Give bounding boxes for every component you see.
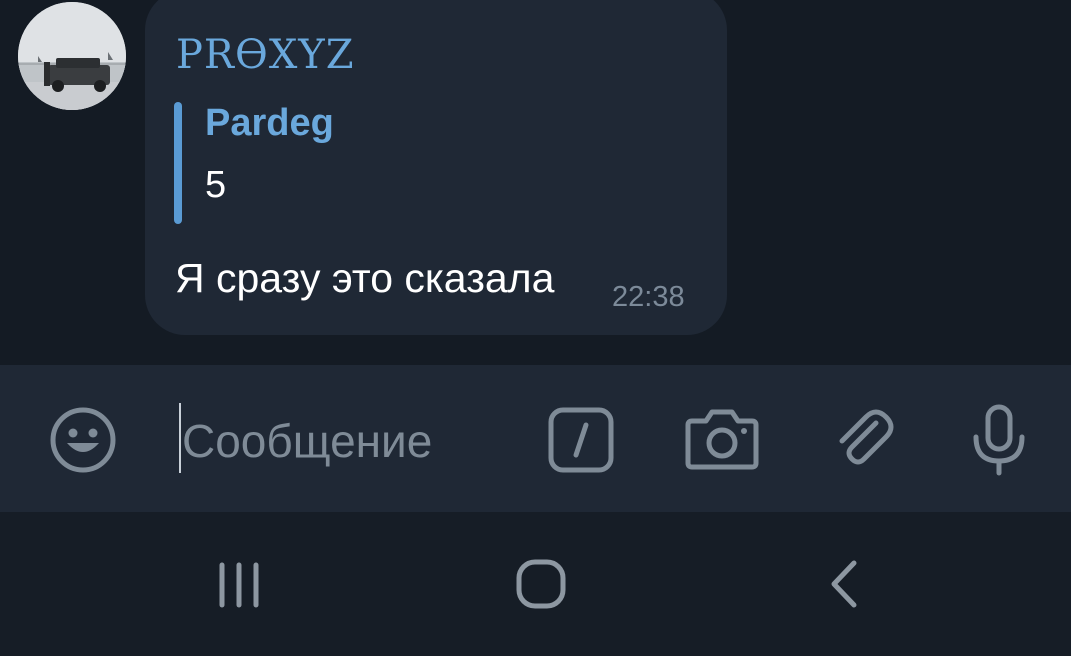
reply-quote[interactable]: Pardeg 5	[174, 102, 574, 224]
home-icon[interactable]	[514, 557, 568, 611]
bot-command-icon[interactable]	[546, 405, 616, 475]
microphone-icon[interactable]	[966, 403, 1032, 477]
attach-icon[interactable]	[828, 403, 898, 473]
back-icon[interactable]	[822, 557, 866, 611]
text-cursor	[179, 403, 181, 473]
message-bubble[interactable]: PRӨXYZ Pardeg 5 Я сразу это сказала 22:3…	[145, 0, 727, 335]
message-time: 22:38	[612, 281, 685, 313]
reply-text: 5	[205, 164, 227, 206]
camera-icon[interactable]	[684, 403, 760, 473]
message-composer	[0, 365, 1071, 512]
chat-area: PRӨXYZ Pardeg 5 Я сразу это сказала 22:3…	[0, 0, 1071, 365]
emoji-icon[interactable]	[48, 405, 118, 475]
sender-avatar[interactable]	[18, 2, 126, 110]
avatar-image	[18, 2, 126, 110]
message-input[interactable]: Сообщение	[182, 414, 432, 468]
message-text: Я сразу это сказала	[175, 255, 555, 301]
sender-name[interactable]: PRӨXYZ	[176, 32, 355, 78]
reply-bar	[174, 102, 182, 224]
reply-author: Pardeg	[205, 102, 334, 144]
recent-apps-icon[interactable]	[214, 560, 264, 610]
